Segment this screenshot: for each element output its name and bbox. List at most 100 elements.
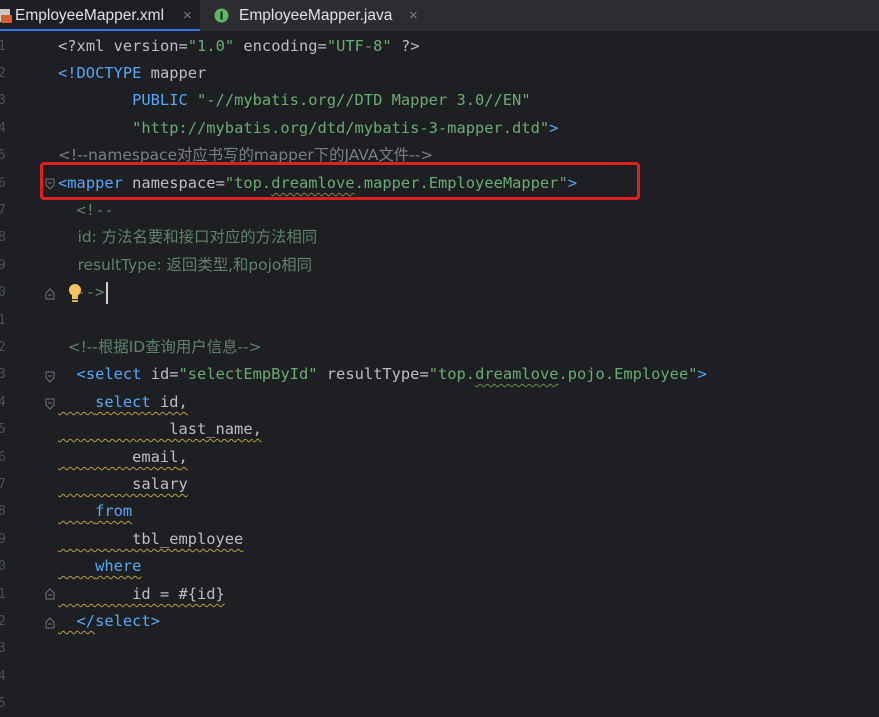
code-line-3: PUBLIC "-//mybatis.org//DTD Mapper 3.0//… xyxy=(58,87,530,114)
line-number: 8 xyxy=(0,504,6,519)
fold-close-icon[interactable] xyxy=(45,617,55,629)
code-token: .pojo.Employee" xyxy=(558,365,698,383)
code-token: > xyxy=(697,365,707,383)
line-number: 4 xyxy=(0,669,6,684)
code-line-1: <?xml version="1.0" encoding="UTF-8" ?> xyxy=(58,33,420,60)
code-token: PUBLIC xyxy=(58,91,188,109)
code-token: where xyxy=(95,557,142,575)
code-token: , xyxy=(252,420,262,438)
line-number: 6 xyxy=(0,176,6,191)
code-token: select xyxy=(95,393,151,411)
code-comment: <!-- xyxy=(58,201,114,219)
line-number: 9 xyxy=(0,258,6,273)
code-line-22: </select> xyxy=(58,608,160,635)
code-line-2: <!DOCTYPE mapper xyxy=(58,60,206,87)
code-comment: id: 方法名要和接口对应的方法相同 xyxy=(58,228,318,246)
code-token: resultType xyxy=(317,365,420,383)
line-number: 0 xyxy=(0,285,6,300)
code-token: "http://mybatis.org/dtd/mybatis-3-mapper… xyxy=(132,119,550,137)
java-interface-icon xyxy=(214,8,229,23)
code-token: > xyxy=(150,612,160,630)
editor-tab-bar: EmployeeMapper.xml × EmployeeMapper.java… xyxy=(0,0,879,32)
code-line-21: id = #{id} xyxy=(58,581,225,608)
code-editor[interactable]: 1 2 3 4 5 6 7 8 9 0 1 2 3 4 5 6 7 8 9 0 … xyxy=(0,31,879,712)
code-line-12: <!--根据ID查询用户信息--> xyxy=(58,334,262,361)
line-number: 3 xyxy=(0,367,6,382)
code-token: id xyxy=(141,365,170,383)
tab-employee-mapper-xml[interactable]: EmployeeMapper.xml × xyxy=(0,0,200,32)
code-token: , xyxy=(178,448,188,466)
line-number: 2 xyxy=(0,340,6,355)
code-token: last_name xyxy=(58,420,253,438)
code-token: "UTF-8" xyxy=(326,37,392,55)
line-number: 8 xyxy=(0,230,6,245)
code-token: version xyxy=(104,37,179,55)
line-number: 0 xyxy=(0,559,6,574)
line-number: 1 xyxy=(0,39,6,54)
code-line-17: salary xyxy=(58,471,188,498)
code-token: "top. xyxy=(428,365,476,383)
highlight-box xyxy=(40,162,640,200)
code-token: <!DOCTYPE xyxy=(58,64,142,82)
code-comment: <!--根据ID查询用户信息--> xyxy=(58,338,262,356)
line-number: 3 xyxy=(0,93,6,108)
code-line-9: resultType: 返回类型,和pojo相同 xyxy=(58,252,312,279)
code-line-14: select id, xyxy=(58,389,188,416)
line-number: 6 xyxy=(0,450,6,465)
code-token: select xyxy=(95,612,151,630)
fold-open-icon[interactable] xyxy=(45,398,55,410)
code-token: mapper xyxy=(141,64,207,82)
code-token: encoding xyxy=(234,37,318,55)
fold-close-icon[interactable] xyxy=(45,288,55,300)
code-token: = xyxy=(169,365,179,383)
code-line-4: "http://mybatis.org/dtd/mybatis-3-mapper… xyxy=(58,115,558,142)
text-caret xyxy=(106,282,108,304)
fold-open-icon[interactable] xyxy=(45,371,55,383)
line-number: 3 xyxy=(0,641,6,656)
code-token: "selectEmpById" xyxy=(178,365,318,383)
line-number: 7 xyxy=(0,477,6,492)
code-token: select xyxy=(85,365,142,383)
line-number: 2 xyxy=(0,66,6,81)
tab-employee-mapper-java[interactable]: EmployeeMapper.java × xyxy=(200,0,430,31)
code-token: xml xyxy=(76,37,105,55)
code-line-8: id: 方法名要和接口对应的方法相同 xyxy=(58,224,318,251)
code-token: = xyxy=(178,37,188,55)
code-token: </ xyxy=(58,612,96,630)
code-comment: resultType: 返回类型,和pojo相同 xyxy=(58,256,313,274)
code-token: id = #{id} xyxy=(58,585,225,603)
code-line-7: <!-- xyxy=(58,197,114,224)
code-token: tbl_employee xyxy=(58,530,244,548)
close-icon[interactable]: × xyxy=(409,0,418,31)
code-token: "1.0" xyxy=(187,37,235,55)
code-token: id xyxy=(150,393,179,411)
tab-label: EmployeeMapper.java xyxy=(239,7,393,24)
code-token: dreamlove xyxy=(475,365,559,383)
fold-close-icon[interactable] xyxy=(45,588,55,600)
lightbulb-icon[interactable] xyxy=(66,283,84,305)
code-token: from xyxy=(95,502,133,520)
close-icon[interactable]: × xyxy=(183,0,192,31)
code-token: email xyxy=(58,448,179,466)
code-line-15: last_name, xyxy=(58,416,262,443)
line-number: 7 xyxy=(0,203,6,218)
line-number: 9 xyxy=(0,532,6,547)
code-line-20: where xyxy=(58,553,141,580)
line-number: 2 xyxy=(0,614,6,629)
line-number: 1 xyxy=(0,587,6,602)
code-line-19: tbl_employee xyxy=(58,526,243,553)
line-number: 5 xyxy=(0,422,6,437)
code-line-16: email, xyxy=(58,444,188,471)
code-token: salary xyxy=(58,475,188,493)
line-number: 1 xyxy=(0,313,6,328)
code-token: , xyxy=(178,393,188,411)
code-token: = xyxy=(419,365,429,383)
xml-file-icon xyxy=(0,9,12,23)
line-gutter: 1 2 3 4 5 6 7 8 9 0 1 2 3 4 5 6 7 8 9 0 … xyxy=(0,31,44,712)
code-token: ?> xyxy=(391,37,420,55)
